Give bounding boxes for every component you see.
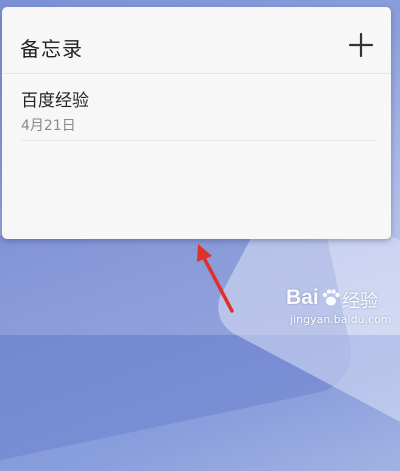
memo-widget: 备忘录 百度经验 4月21日 [2, 7, 391, 239]
plus-icon [348, 32, 374, 58]
note-title: 百度经验 [21, 91, 89, 111]
watermark-url: jingyan.baidu.com [290, 313, 392, 326]
widget-title: 备忘录 [20, 37, 83, 61]
divider [21, 140, 377, 141]
paw-icon [322, 289, 340, 306]
watermark: Bai 经验 jingyan.baidu.com [282, 284, 398, 332]
watermark-brand: 经验 [342, 291, 378, 312]
watermark-logo: Bai [286, 286, 319, 309]
add-note-button[interactable] [345, 29, 377, 61]
red-arrow-icon [197, 244, 234, 313]
note-item[interactable]: 百度经验 4月21日 [2, 74, 391, 140]
widget-header: 备忘录 [2, 7, 391, 73]
note-date: 4月21日 [21, 118, 76, 134]
